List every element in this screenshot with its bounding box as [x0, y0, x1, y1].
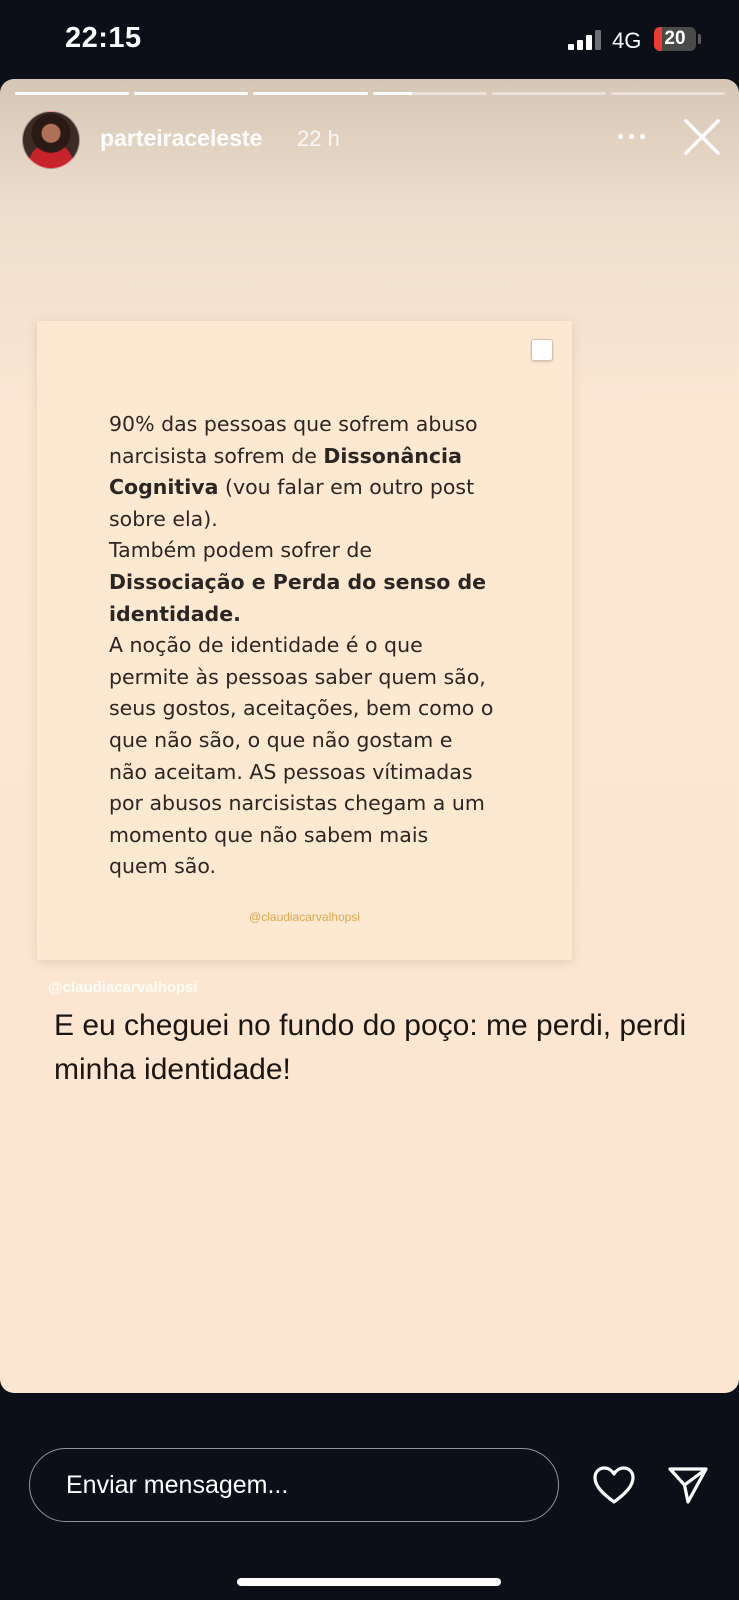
post-text: 90% das pessoas que sofrem abuso narcisi…: [109, 409, 549, 883]
post-checkbox: [531, 339, 553, 361]
close-icon[interactable]: [682, 117, 722, 157]
story-username[interactable]: parteiraceleste: [100, 125, 262, 152]
message-input[interactable]: Enviar mensagem...: [29, 1448, 559, 1522]
story-progress-segment: [610, 92, 726, 95]
home-indicator[interactable]: [237, 1578, 501, 1586]
post-line: quem são.: [109, 854, 217, 879]
story-progress-fill: [134, 92, 249, 95]
story-time-ago: 22 h: [297, 126, 340, 151]
post-line: que não são, o que não gostam e: [109, 727, 453, 752]
post-line: Também podem sofrer de: [109, 538, 373, 563]
post-line: não aceitam. AS pessoas vítimadas: [109, 759, 473, 784]
avatar[interactable]: [22, 111, 80, 169]
story-progress-segment: [253, 92, 368, 95]
post-line-bold: Dissociação e Perda do senso de: [109, 569, 487, 594]
story-progress-segment: [134, 92, 249, 95]
story-card[interactable]: parteiraceleste 22 h 90% das pessoas que…: [0, 79, 739, 1393]
battery-tip: [698, 34, 701, 44]
more-icon[interactable]: [612, 124, 652, 148]
status-time: 22:15: [65, 22, 142, 54]
mention-sticker[interactable]: @claudiacarvalhopsi: [48, 979, 198, 996]
status-bar: 22:15 4G 20: [0, 0, 739, 80]
heart-icon[interactable]: [592, 1465, 636, 1505]
story-progress-segment: [15, 92, 130, 95]
post-line-bold: Dissonância: [323, 443, 462, 468]
story-progress-fill: [15, 92, 130, 95]
post-line-bold: Cognitiva: [109, 475, 219, 500]
network-type: 4G: [612, 28, 642, 53]
post-line: sobre ela).: [109, 506, 218, 531]
battery-level: 20: [664, 28, 686, 49]
battery-icon: 20: [654, 27, 696, 51]
post-credit: @claudiacarvalhopsi: [249, 910, 360, 924]
story-caption: E eu cheguei no fundo do poço: me perdi,…: [54, 1009, 687, 1086]
message-placeholder: Enviar mensagem...: [66, 1471, 289, 1499]
post-line: momento que não sabem mais: [109, 822, 429, 847]
post-line: 90% das pessoas que sofrem abuso: [109, 412, 478, 436]
post-line: narcisista sofrem de: [109, 443, 324, 468]
signal-icon: [568, 30, 602, 50]
post-line: A noção de identidade é o que: [109, 633, 423, 658]
story-progress-bar: [15, 92, 726, 95]
send-icon[interactable]: [667, 1465, 709, 1505]
shared-post-image[interactable]: 90% das pessoas que sofrem abuso narcisi…: [37, 321, 572, 960]
story-screen: 22:15 4G 20 parteiraceleste 22 h 90% das…: [0, 0, 739, 1600]
post-line-bold: identidade.: [109, 601, 241, 626]
post-line: (vou falar em outro post: [218, 475, 475, 500]
post-line: por abusos narcisistas chegam a um: [109, 791, 485, 816]
story-progress-fill: [253, 92, 368, 95]
post-line: seus gostos, aceitações, bem como o: [109, 696, 494, 721]
post-line: permite às pessoas saber quem são,: [109, 664, 486, 689]
story-progress-segment: [372, 92, 487, 95]
story-progress-segment: [491, 92, 606, 95]
story-progress-fill: [372, 92, 413, 95]
